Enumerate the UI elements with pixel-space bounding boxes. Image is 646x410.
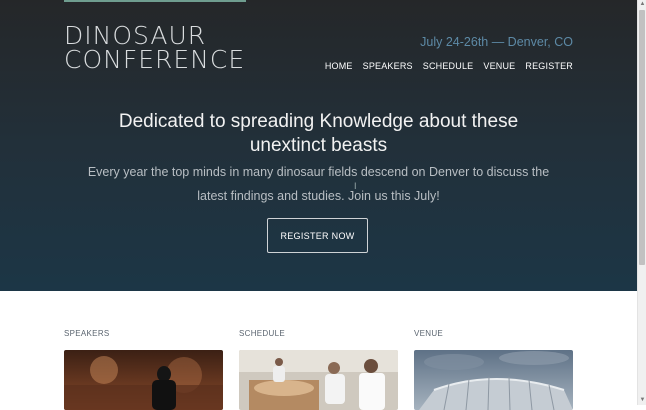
schedule-label[interactable]: SCHEDULE xyxy=(239,329,398,338)
register-now-label: REGISTER NOW xyxy=(280,230,355,241)
text-cursor-icon: I xyxy=(354,181,357,191)
scroll-thumb[interactable] xyxy=(639,10,645,265)
nav-register[interactable]: REGISTER xyxy=(525,61,573,71)
hero-headline: Dedicated to spreading Knowledge about t… xyxy=(118,111,519,156)
venue-image[interactable] xyxy=(414,350,573,410)
speakers-column: SPEAKERS xyxy=(64,329,223,410)
nav-home[interactable]: HOME xyxy=(325,61,353,71)
speakers-label[interactable]: SPEAKERS xyxy=(64,329,223,338)
event-dates: July 24-26th — Denver, CO xyxy=(420,35,573,49)
nav-speakers[interactable]: SPEAKERS xyxy=(363,61,413,71)
features-section: SPEAKERS SCHEDULE VENUE xyxy=(0,291,637,410)
hero-subtext: Every year the top minds in many dinosau… xyxy=(87,165,550,203)
nav-venue[interactable]: VENUE xyxy=(483,61,515,71)
scroll-up-arrow-icon[interactable]: ▲ xyxy=(638,0,646,9)
main-nav: HOME SPEAKERS SCHEDULE VENUE REGISTER xyxy=(325,61,573,71)
venue-column: VENUE xyxy=(414,329,573,410)
top-accent-bar xyxy=(64,0,246,2)
logo-line-2: CONFERENCE xyxy=(64,45,246,74)
venue-label[interactable]: VENUE xyxy=(414,329,573,338)
page-scrollbar[interactable]: ▲ ▼ xyxy=(637,0,646,405)
register-now-button[interactable]: REGISTER NOW xyxy=(267,218,368,253)
scroll-down-arrow-icon[interactable]: ▼ xyxy=(638,396,646,405)
nav-schedule[interactable]: SCHEDULE xyxy=(423,61,474,71)
speakers-image[interactable] xyxy=(64,350,223,410)
hero-section: DINOSAUR CONFERENCE July 24-26th — Denve… xyxy=(0,0,637,291)
schedule-image[interactable] xyxy=(239,350,398,410)
site-logo[interactable]: DINOSAUR CONFERENCE xyxy=(64,23,264,74)
schedule-column: SCHEDULE xyxy=(239,329,398,410)
